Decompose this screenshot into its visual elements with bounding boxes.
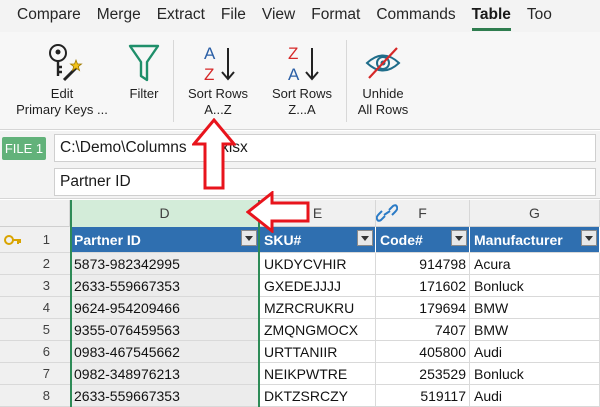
ribbon-separator [346,40,347,122]
filter-label: Filter [129,86,159,101]
menu-format[interactable]: Format [303,0,368,32]
corner-cell[interactable] [0,200,70,227]
table-cell[interactable]: DKTZSRCZY [260,385,376,407]
table-cell[interactable]: BMW [470,319,600,341]
table-cell[interactable]: ZMQNGMOCX [260,319,376,341]
key-icon [4,235,21,245]
table-cell[interactable]: UKDYCVHIR [260,253,376,275]
edit-primary-keys-label: Edit Primary Keys ... [16,86,108,117]
table-cell[interactable]: 5873-982342995 [70,253,260,275]
row-number: 1 [42,232,50,247]
table-cell[interactable]: Audi [470,341,600,363]
header-cell-text: Manufacturer [474,232,563,248]
cell-content-field[interactable]: Partner ID [54,168,596,196]
table-cell[interactable]: 0983-467545662 [70,341,260,363]
sort-rows-za-button[interactable]: Z A Sort Rows Z...A [262,36,342,126]
filter-dropdown-button[interactable] [451,230,467,246]
sort-ascending-icon: A Z [204,44,235,84]
menu-table[interactable]: Table [464,0,519,32]
sort-descending-icon: Z A [288,44,319,84]
menu-commands[interactable]: Commands [368,0,463,32]
filter-button[interactable]: Filter [120,36,168,126]
svg-text:A: A [204,44,216,63]
svg-text:A: A [288,65,300,84]
table-cell[interactable]: GXEDEJJJJ [260,275,376,297]
table-cell[interactable]: 405800 [376,341,470,363]
file-path-field[interactable]: C:\Demo\Columns 1.xlsx [54,134,596,162]
table-cell[interactable]: 253529 [376,363,470,385]
sort-rows-za-label: Sort Rows Z...A [272,86,332,117]
annotation-arrow-left [246,191,310,233]
filter-dropdown-button[interactable] [581,230,597,246]
unhide-all-rows-label: Unhide All Rows [357,86,409,117]
table-cell[interactable]: 0982-348976213 [70,363,260,385]
ribbon-separator [173,40,174,122]
key-wand-icon [49,44,83,82]
column-header-g[interactable]: G [470,200,600,227]
menu-bar: Compare Merge Extract File View Format C… [0,0,600,32]
menu-merge[interactable]: Merge [89,0,149,32]
table-cell[interactable]: 2633-559667353 [70,385,260,407]
header-cell-manufacturer[interactable]: Manufacturer [470,227,600,253]
menu-tools[interactable]: Too [519,0,560,32]
row-header[interactable]: 8 [0,385,70,407]
menu-compare[interactable]: Compare [0,0,89,32]
svg-text:Z: Z [288,44,298,63]
table-cell[interactable]: 519117 [376,385,470,407]
table-cell[interactable]: 171602 [376,275,470,297]
table-cell[interactable]: 9355-076459563 [70,319,260,341]
table-cell[interactable]: NEIKPWTRE [260,363,376,385]
eye-slash-icon [365,47,401,79]
ribbon-toolbar: Edit Primary Keys ... Filter A Z Sort Ro… [0,32,600,130]
table-cell[interactable]: 2633-559667353 [70,275,260,297]
file-path-bar: FILE 1 C:\Demo\Columns 1.xlsx [0,131,600,165]
row-header[interactable]: 2 [0,253,70,275]
table-cell[interactable]: BMW [470,297,600,319]
header-cell-text: Code# [380,232,423,248]
menu-view[interactable]: View [254,0,303,32]
menu-file[interactable]: File [213,0,254,32]
row-header[interactable]: 7 [0,363,70,385]
funnel-icon [128,44,160,82]
row-header[interactable]: 3 [0,275,70,297]
table-cell[interactable]: MZRCRUKRU [260,297,376,319]
svg-text:Z: Z [204,65,214,84]
header-cell-text: Partner ID [74,232,141,248]
column-header-d[interactable]: D [70,200,260,227]
filter-dropdown-button[interactable] [357,230,373,246]
edit-primary-keys-button[interactable]: Edit Primary Keys ... [6,36,118,126]
table-cell[interactable]: URTTANIIR [260,341,376,363]
link-icon[interactable] [376,203,398,223]
menu-extract[interactable]: Extract [149,0,213,32]
table-cell[interactable]: Audi [470,385,600,407]
row-header-1[interactable]: 1 [0,227,70,253]
table-cell[interactable]: Bonluck [470,275,600,297]
header-cell-code[interactable]: Code# [376,227,470,253]
sort-rows-az-label: Sort Rows A...Z [188,86,248,117]
table-cell[interactable]: 7407 [376,319,470,341]
row-header[interactable]: 6 [0,341,70,363]
annotation-arrow-up [192,118,236,190]
unhide-all-rows-button[interactable]: Unhide All Rows [350,36,416,126]
row-header[interactable]: 5 [0,319,70,341]
header-cell-text: SKU# [264,232,302,248]
header-cell-partner-id[interactable]: Partner ID [70,227,260,253]
table-cell[interactable]: 9624-954209466 [70,297,260,319]
table-cell[interactable]: 914798 [376,253,470,275]
row-header[interactable]: 4 [0,297,70,319]
sort-rows-az-button[interactable]: A Z Sort Rows A...Z [178,36,258,126]
table-cell[interactable]: Bonluck [470,363,600,385]
file-1-badge[interactable]: FILE 1 [2,137,46,160]
table-cell[interactable]: 179694 [376,297,470,319]
table-cell[interactable]: Acura [470,253,600,275]
